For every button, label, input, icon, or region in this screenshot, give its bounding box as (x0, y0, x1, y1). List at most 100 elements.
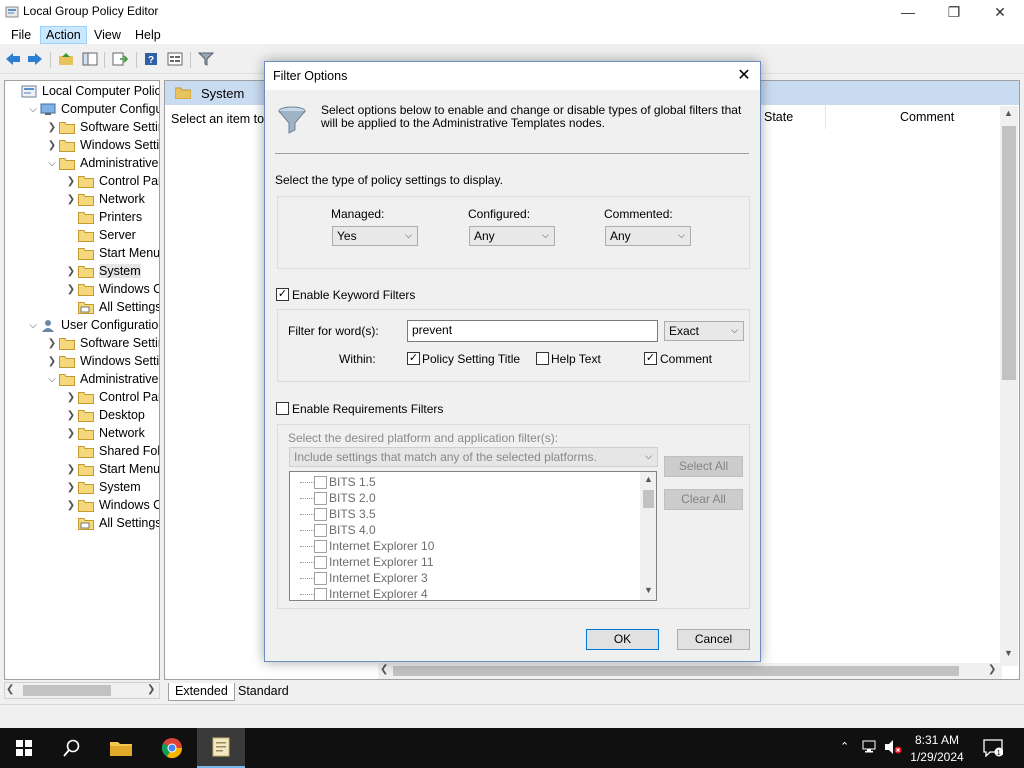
tree-item[interactable]: ❯ Software Settings (45, 118, 159, 136)
platform-list[interactable]: ▲ ▼ BITS 1.5 BITS 2.0 BITS 3.5 BITS 4.0 Inte… (289, 471, 657, 601)
tree-item[interactable]: ❯ Control Panel (64, 388, 159, 406)
tree-item[interactable]: ❯ Windows Setting (45, 136, 159, 154)
policy-title-checkbox[interactable]: ✓ (407, 352, 420, 365)
chevron-right-icon[interactable]: ❯ (64, 176, 78, 187)
help-text-checkbox[interactable] (536, 352, 549, 365)
enable-requirements-label[interactable]: Enable Requirements Filters (292, 402, 443, 416)
tree-item[interactable]: Local Computer Policy (7, 82, 159, 100)
policy-title-label[interactable]: Policy Setting Title (422, 352, 520, 366)
platform-list-item[interactable]: BITS 1.5 (300, 474, 376, 490)
scroll-thumb[interactable] (643, 490, 654, 508)
maximize-button[interactable]: ❐ (931, 0, 977, 24)
platform-list-item[interactable]: Internet Explorer 10 (300, 538, 434, 554)
up-folder-icon[interactable] (56, 50, 76, 68)
chevron-right-icon[interactable]: ❯ (64, 410, 78, 421)
tree-item[interactable]: All Settings (64, 514, 159, 532)
dialog-close-button[interactable]: ✕ (732, 65, 756, 87)
column-header-comment[interactable]: Comment (900, 110, 954, 124)
tree-item[interactable]: All Settings (64, 298, 159, 316)
chevron-right-icon[interactable]: ❯ (45, 140, 59, 151)
tree-item[interactable]: ❯ System (64, 262, 141, 280)
scroll-up-icon[interactable]: ▲ (1004, 108, 1013, 118)
chevron-right-icon[interactable]: ❯ (45, 338, 59, 349)
tree-item[interactable]: ❯ Desktop (64, 406, 145, 424)
scroll-right-icon[interactable]: ❯ (147, 684, 155, 695)
chevron-right-icon[interactable]: ❯ (64, 428, 78, 439)
scroll-down-icon[interactable]: ▼ (644, 585, 653, 595)
managed-select[interactable]: Yes ⌵ (332, 226, 418, 246)
chevron-up-icon[interactable]: ⌃ (840, 740, 849, 753)
scroll-left-icon[interactable]: ❮ (380, 664, 388, 675)
tree-item[interactable]: ❯ Windows Cor (64, 280, 159, 298)
cancel-button[interactable]: Cancel (677, 629, 750, 650)
column-header-state[interactable]: State (764, 110, 793, 124)
scroll-thumb[interactable] (23, 685, 111, 696)
ok-button[interactable]: OK (586, 629, 659, 650)
file-explorer-icon[interactable] (97, 728, 145, 768)
search-icon[interactable] (48, 728, 96, 768)
menu-action[interactable]: Action (40, 26, 87, 44)
tree-item[interactable]: Printers (64, 208, 142, 226)
tree-horizontal-scrollbar[interactable]: ❮ ❯ (4, 682, 160, 699)
platform-list-item[interactable]: BITS 3.5 (300, 506, 376, 522)
properties-icon[interactable] (165, 50, 185, 68)
match-type-select[interactable]: Exact ⌵ (664, 321, 744, 341)
enable-requirements-checkbox[interactable] (276, 402, 289, 415)
vertical-scroll-thumb[interactable] (1002, 126, 1016, 380)
chevron-down-icon[interactable]: ⌵ (26, 320, 40, 331)
menu-file[interactable]: File (6, 26, 36, 44)
platform-list-scrollbar[interactable]: ▲ ▼ (640, 472, 656, 600)
chevron-right-icon[interactable]: ❯ (64, 266, 78, 277)
scroll-right-icon[interactable]: ❯ (988, 664, 996, 675)
platform-checkbox[interactable] (314, 523, 327, 537)
tree-item[interactable]: Start Menu ar (64, 244, 159, 262)
forward-arrow-icon[interactable] (25, 50, 45, 68)
chevron-down-icon[interactable]: ⌵ (45, 158, 59, 169)
tree-item[interactable]: ❯ Software Settings (45, 334, 159, 352)
platform-checkbox[interactable] (314, 539, 327, 553)
enable-keyword-label[interactable]: Enable Keyword Filters (292, 288, 415, 302)
tree-item[interactable]: ❯ Network (64, 424, 145, 442)
tree-item[interactable]: ❯ Windows Cor (64, 496, 159, 514)
menu-view[interactable]: View (89, 26, 126, 44)
platform-checkbox[interactable] (314, 555, 327, 569)
chevron-right-icon[interactable]: ❯ (64, 464, 78, 475)
commented-select[interactable]: Any ⌵ (605, 226, 691, 246)
tree-item[interactable]: ⌵ User Configuration (26, 316, 159, 334)
tree-item[interactable]: ❯ Windows Setting (45, 352, 159, 370)
export-list-icon[interactable] (110, 50, 130, 68)
filter-icon[interactable] (196, 50, 216, 68)
platform-list-item[interactable]: BITS 4.0 (300, 522, 376, 538)
tree-item[interactable]: ❯ Start Menu ar (64, 460, 159, 478)
network-icon[interactable] (862, 740, 880, 754)
scroll-left-icon[interactable]: ❮ (6, 684, 14, 695)
tree-item[interactable]: ⌵ Administrative Te (45, 154, 159, 172)
tree-item[interactable]: ⌵ Administrative Te (45, 370, 159, 388)
chevron-right-icon[interactable]: ❯ (64, 284, 78, 295)
help-text-label[interactable]: Help Text (551, 352, 601, 366)
tree-item[interactable]: ❯ Network (64, 190, 145, 208)
gpedit-taskbar-icon[interactable] (197, 728, 245, 768)
platform-list-item[interactable]: Internet Explorer 4 (300, 586, 428, 600)
filter-words-input[interactable]: prevent (407, 320, 658, 342)
chevron-right-icon[interactable]: ❯ (64, 482, 78, 493)
minimize-button[interactable]: — (885, 0, 931, 24)
platform-checkbox[interactable] (314, 507, 327, 521)
tree-item[interactable]: ⌵ Computer Configura (26, 100, 159, 118)
chevron-right-icon[interactable]: ❯ (64, 194, 78, 205)
configured-select[interactable]: Any ⌵ (469, 226, 555, 246)
clock-time[interactable]: 8:31 AM (905, 733, 969, 747)
tab-standard[interactable]: Standard (232, 683, 295, 701)
tree-item[interactable]: ❯ System (64, 478, 141, 496)
platform-match-select[interactable]: Include settings that match any of the s… (289, 447, 658, 467)
tree-item[interactable]: Shared Folder (64, 442, 159, 460)
chrome-icon[interactable] (148, 728, 196, 768)
tree-item[interactable]: ❯ Control Panel (64, 172, 159, 190)
comment-checkbox[interactable]: ✓ (644, 352, 657, 365)
help-icon[interactable]: ? (141, 50, 161, 68)
platform-checkbox[interactable] (314, 571, 327, 585)
select-all-button[interactable]: Select All (664, 456, 743, 477)
chevron-right-icon[interactable]: ❯ (64, 500, 78, 511)
scroll-down-icon[interactable]: ▼ (1004, 648, 1013, 658)
platform-list-item[interactable]: Internet Explorer 11 (300, 554, 434, 570)
